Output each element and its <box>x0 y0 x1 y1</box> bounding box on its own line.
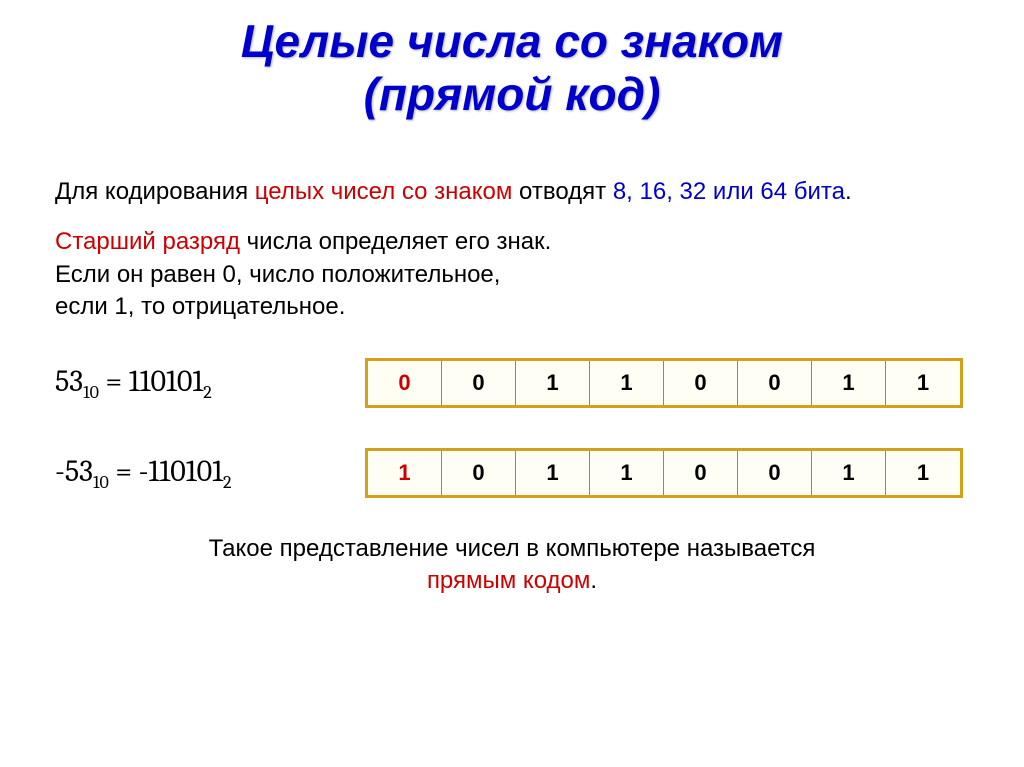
highlight-signed-integers: целых чисел со знаком <box>255 178 513 205</box>
example-positive: 5310 = 1101012 0 0 1 1 0 0 1 1 <box>55 358 984 408</box>
bit-cell: 1 <box>516 451 590 495</box>
formula-negative: -5310 = -1101012 <box>55 454 365 493</box>
formula-positive: 5310 = 1101012 <box>55 364 365 403</box>
sign-bit-paragraph: Старший разряд числа определяет его знак… <box>55 226 984 323</box>
bit-cell: 0 <box>738 451 812 495</box>
bit-cell: 1 <box>590 451 664 495</box>
highlight-direct-code: прямым кодом <box>427 567 590 594</box>
title-line1: Целые числа со знаком <box>241 15 783 67</box>
bit-table-negative: 1 0 1 1 0 0 1 1 <box>365 448 963 498</box>
example-negative: -5310 = -1101012 1 0 1 1 0 0 1 1 <box>55 448 984 498</box>
bit-cell: 1 <box>812 451 886 495</box>
bit-cell: 0 <box>664 361 738 405</box>
bit-cell: 1 <box>886 451 960 495</box>
bit-cell: 0 <box>442 451 516 495</box>
bit-cell: 0 <box>664 451 738 495</box>
highlight-high-bit: Старший разряд <box>55 228 240 255</box>
slide-title: Целые числа со знаком (прямой код) <box>40 15 984 121</box>
highlight-bit-sizes: 8, 16, 32 или 64 бита <box>613 178 845 205</box>
intro-paragraph: Для кодирования целых чисел со знаком от… <box>55 176 984 208</box>
bit-cell: 1 <box>516 361 590 405</box>
bit-cell: 1 <box>886 361 960 405</box>
bit-cell: 1 <box>368 451 442 495</box>
bit-cell: 0 <box>368 361 442 405</box>
bit-cell: 0 <box>442 361 516 405</box>
bit-cell: 1 <box>812 361 886 405</box>
bit-cell: 0 <box>738 361 812 405</box>
bit-table-positive: 0 0 1 1 0 0 1 1 <box>365 358 963 408</box>
bit-cell: 1 <box>590 361 664 405</box>
title-line2: (прямой код) <box>364 68 661 120</box>
footer-paragraph: Такое представление чисел в компьютере н… <box>100 533 924 595</box>
